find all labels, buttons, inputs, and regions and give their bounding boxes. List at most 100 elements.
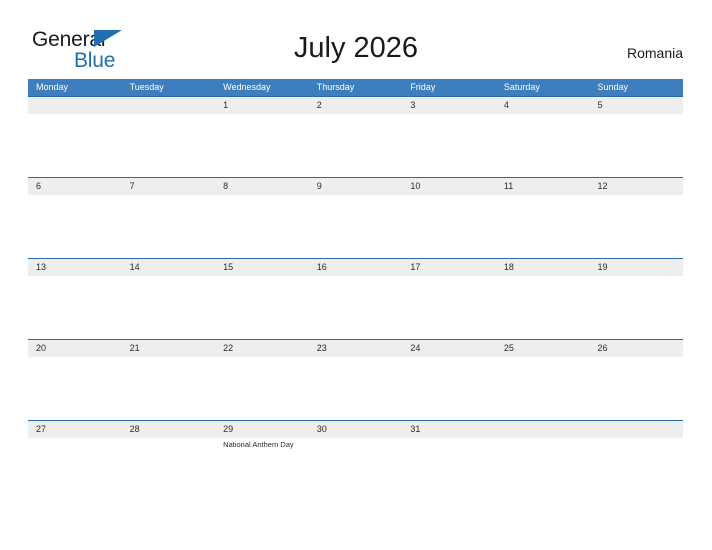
day-event — [122, 436, 216, 440]
day-number: 12 — [597, 181, 608, 191]
day-cell[interactable] — [28, 97, 122, 178]
day-number: 18 — [503, 262, 514, 272]
day-cell[interactable]: 5 — [589, 97, 683, 178]
day-number: 26 — [597, 343, 608, 353]
day-event — [496, 112, 590, 116]
day-number: 2 — [316, 100, 322, 110]
calendar-grid: Monday Tuesday Wednesday Thursday Friday… — [28, 79, 683, 501]
day-number — [122, 97, 216, 112]
page-title: July 2026 — [293, 32, 419, 64]
day-event — [496, 355, 590, 359]
day-number — [28, 97, 122, 112]
day-cell[interactable]: 29 National Anthem Day — [215, 421, 309, 502]
weekday-header-tuesday: Tuesday — [129, 82, 164, 92]
weekday-header-monday: Monday — [36, 82, 69, 92]
day-cell[interactable]: 4 — [496, 97, 590, 178]
day-event — [215, 274, 309, 278]
week-row: 6 7 8 9 10 11 12 — [28, 177, 683, 258]
day-event — [589, 193, 683, 197]
day-number: 20 — [36, 343, 47, 353]
day-event — [309, 355, 403, 359]
day-cell[interactable]: 1 — [215, 97, 309, 178]
day-number: 15 — [223, 262, 234, 272]
day-cell[interactable]: 16 — [309, 259, 403, 340]
day-event — [122, 193, 216, 197]
day-number: 30 — [316, 424, 327, 434]
day-event — [309, 112, 403, 116]
day-cell[interactable]: 31 — [402, 421, 496, 502]
weekday-header-saturday: Saturday — [503, 82, 540, 92]
day-event — [402, 274, 496, 278]
day-cell[interactable]: 17 — [402, 259, 496, 340]
day-cell[interactable]: 6 — [28, 178, 122, 259]
weekday-header-sunday: Sunday — [597, 82, 628, 92]
day-cell[interactable]: 26 — [589, 340, 683, 421]
day-number: 28 — [129, 424, 140, 434]
day-cell[interactable]: 25 — [496, 340, 590, 421]
day-cell[interactable]: 12 — [589, 178, 683, 259]
day-event: National Anthem Day — [223, 440, 294, 449]
day-cell[interactable]: 13 — [28, 259, 122, 340]
country-label: Romania — [626, 45, 683, 61]
day-number: 5 — [597, 100, 603, 110]
day-cell[interactable] — [496, 421, 590, 502]
day-event — [28, 436, 122, 440]
day-number: 9 — [316, 181, 322, 191]
day-event — [589, 355, 683, 359]
day-cell[interactable]: 9 — [309, 178, 403, 259]
week-row: 13 14 15 16 17 18 19 — [28, 258, 683, 339]
day-event — [402, 355, 496, 359]
day-cell[interactable]: 19 — [589, 259, 683, 340]
day-event — [28, 274, 122, 278]
day-event — [215, 193, 309, 197]
day-number: 19 — [597, 262, 608, 272]
day-number: 29 — [223, 424, 234, 434]
day-cell[interactable]: 15 — [215, 259, 309, 340]
day-event — [215, 355, 309, 359]
day-cell[interactable]: 24 — [402, 340, 496, 421]
day-number: 17 — [410, 262, 421, 272]
day-number: 3 — [410, 100, 416, 110]
day-cell[interactable]: 2 — [309, 97, 403, 178]
day-event — [496, 436, 590, 440]
day-cell[interactable] — [589, 421, 683, 502]
day-cell[interactable]: 11 — [496, 178, 590, 259]
day-event — [496, 274, 590, 278]
day-cell[interactable]: 10 — [402, 178, 496, 259]
day-number: 13 — [36, 262, 47, 272]
day-cell[interactable]: 8 — [215, 178, 309, 259]
day-cell[interactable]: 28 — [122, 421, 216, 502]
day-cell[interactable]: 3 — [402, 97, 496, 178]
weekday-header-friday: Friday — [410, 82, 436, 92]
day-cell[interactable]: 20 — [28, 340, 122, 421]
day-number: 14 — [129, 262, 140, 272]
day-cell[interactable]: 23 — [309, 340, 403, 421]
day-number: 24 — [410, 343, 421, 353]
day-cell[interactable]: 14 — [122, 259, 216, 340]
day-event — [28, 112, 122, 116]
day-event — [122, 274, 216, 278]
day-event — [589, 112, 683, 116]
weekday-header-row: Monday Tuesday Wednesday Thursday Friday… — [28, 79, 683, 96]
day-number: 23 — [316, 343, 327, 353]
day-event — [309, 274, 403, 278]
day-number: 25 — [503, 343, 514, 353]
day-cell[interactable]: 27 — [28, 421, 122, 502]
day-cell[interactable]: 7 — [122, 178, 216, 259]
day-number: 27 — [36, 424, 47, 434]
day-event — [496, 193, 590, 197]
day-number: 16 — [316, 262, 327, 272]
day-number: 10 — [410, 181, 421, 191]
weekday-header-wednesday: Wednesday — [223, 82, 271, 92]
day-number: 21 — [129, 343, 140, 353]
day-cell[interactable] — [122, 97, 216, 178]
day-cell[interactable]: 22 — [215, 340, 309, 421]
day-cell[interactable]: 21 — [122, 340, 216, 421]
day-number: 8 — [223, 181, 229, 191]
day-event — [309, 193, 403, 197]
day-cell[interactable]: 30 — [309, 421, 403, 502]
day-event — [309, 436, 403, 440]
day-number: 6 — [36, 181, 42, 191]
day-cell[interactable]: 18 — [496, 259, 590, 340]
day-number: 22 — [223, 343, 234, 353]
